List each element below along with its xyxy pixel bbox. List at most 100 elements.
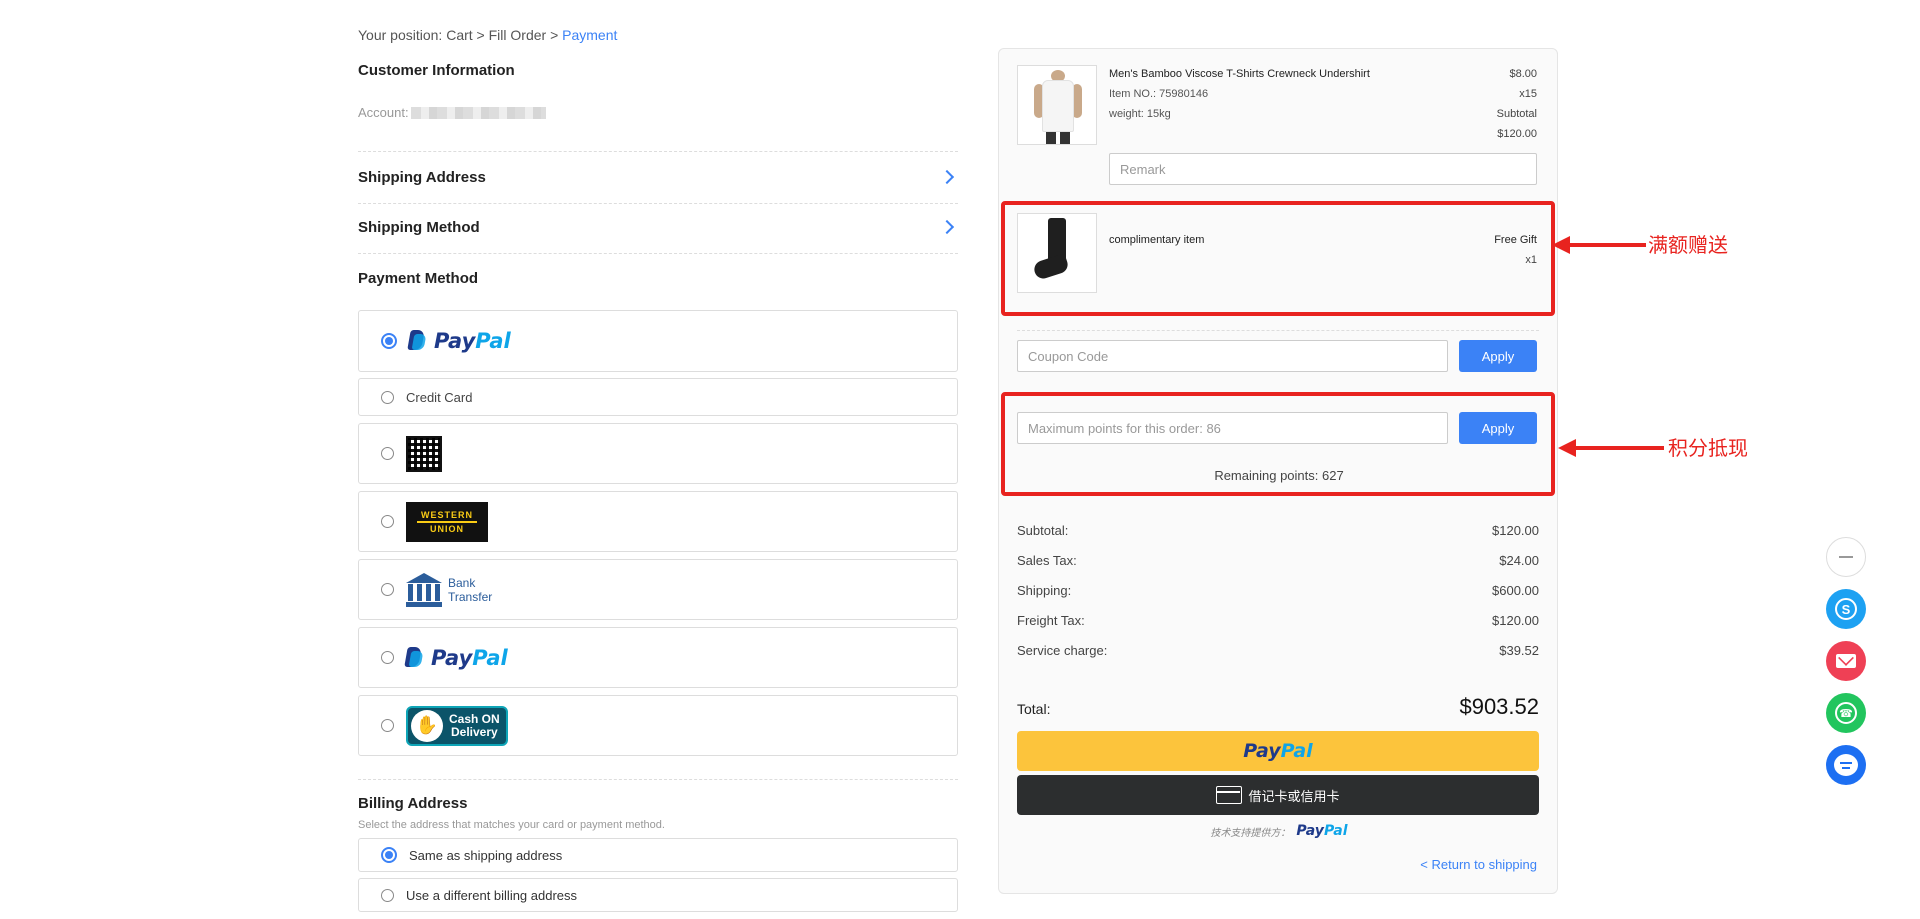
bank-transfer-text: Bank Transfer [448,576,492,604]
radio[interactable] [381,651,394,664]
radio[interactable] [381,888,394,902]
annotation-points: 积分抵现 [1668,436,1748,460]
paypal-small-logo: PayPal [1296,823,1347,839]
bank-line-1: Bank [448,575,476,590]
cod-text: Cash ON Delivery [449,711,500,739]
card-button-label: 借记卡或信用卡 [1248,788,1340,804]
western-union-line-2: UNION [430,523,464,534]
payment-option-western-union[interactable]: WESTERN UNION [358,491,958,552]
chat-button[interactable] [1826,745,1866,785]
billing-option-label: Use a different billing address [406,887,578,903]
divider [358,253,958,254]
skype-icon: S [1835,598,1857,620]
breadcrumb: Your position: Cart > Fill Order > Payme… [358,27,617,43]
payment-option-cash-on-delivery[interactable]: ✋ Cash ON Delivery [358,695,958,756]
payment-option-bank-transfer[interactable]: Bank Transfer [358,559,958,620]
chat-icon [1834,754,1858,776]
shipping-method-row[interactable]: Shipping Method [358,217,958,237]
summary-row-freight-tax: Freight Tax: $120.00 [1017,613,1539,628]
apply-points-button[interactable]: Apply [1459,412,1537,444]
logo-bar [417,520,477,523]
whatsapp-icon: ☎ [1835,702,1857,724]
radio-selected[interactable] [381,333,397,349]
sock-icon [1032,218,1072,288]
apply-coupon-button[interactable]: Apply [1459,340,1537,372]
shipping-method-label: Shipping Method [358,218,480,236]
summary-row-shipping: Shipping: $600.00 [1017,583,1539,598]
product-name[interactable]: Men's Bamboo Viscose T-Shirts Crewneck U… [1109,68,1370,80]
gift-name: complimentary item [1109,234,1205,246]
credit-card-icon [1216,786,1243,804]
radio[interactable] [381,390,394,404]
cod-line-2: Delivery [450,724,498,739]
divider [1017,330,1539,331]
shipping-address-label: Shipping Address [358,168,486,186]
mail-icon [1836,654,1856,668]
whatsapp-button[interactable]: ☎ [1826,693,1866,733]
minimize-icon [1839,556,1853,558]
summary-label: Sales Tax: [1017,553,1077,568]
radio[interactable] [381,515,394,528]
summary-value: $600.00 [1492,583,1539,598]
hand-cash-icon: ✋ [411,709,443,742]
remark-input[interactable] [1109,153,1537,185]
email-button[interactable] [1826,641,1866,681]
summary-row-service-charge: Service charge: $39.52 [1017,643,1539,658]
chevron-right-icon [939,169,955,185]
gift-qty: x1 [1525,254,1537,266]
customer-info-title: Customer Information [358,62,515,79]
coupon-input[interactable] [1017,340,1448,372]
product-subtotal: $120.00 [1497,128,1537,140]
powered-by: 技术支持提供方： PayPal [999,823,1559,839]
return-to-shipping-link[interactable]: < Return to shipping [1420,857,1537,872]
paypal-icon [409,330,427,352]
radio-selected[interactable] [381,847,397,863]
points-input[interactable] [1017,412,1448,444]
breadcrumb-current[interactable]: Payment [562,27,617,43]
account-label: Account: [358,105,409,120]
shipping-address-row[interactable]: Shipping Address [358,167,958,187]
tshirt-icon [1034,70,1082,144]
product-weight: weight: 15kg [1109,108,1171,120]
gift-image [1017,213,1097,293]
payment-option-qr-code[interactable] [358,423,958,484]
paypal-logo-pay: Pay [434,329,476,353]
summary-row-sales-tax: Sales Tax: $24.00 [1017,553,1539,568]
paypal-logo: Pay Pal [406,646,508,670]
billing-option-same[interactable]: Same as shipping address [358,838,958,872]
cod-line-1: Cash ON [449,711,500,726]
payment-option-paypal-2[interactable]: Pay Pal [358,627,958,688]
radio[interactable] [381,719,394,732]
annotation-gift: 满额赠送 [1648,233,1728,257]
bank-transfer-logo: Bank Transfer [406,572,492,607]
total-label: Total: [1017,701,1051,717]
product-image[interactable] [1017,65,1097,145]
product-subtotal-label: Subtotal [1496,108,1537,120]
billing-option-different[interactable]: Use a different billing address [358,878,958,912]
payment-option-credit-card[interactable]: Credit Card [358,378,958,416]
divider [358,203,958,204]
paypal-checkout-button[interactable]: Pay Pal [1017,731,1539,771]
summary-value: $24.00 [1499,553,1539,568]
summary-label: Shipping: [1017,583,1072,598]
paypal-logo-pal: Pal [475,329,511,353]
bank-icon [406,572,442,607]
paypal-small-pal: Pal [1323,823,1348,839]
paypal-logo-pal: Pal [472,645,508,670]
summary-label: Subtotal: [1017,523,1069,538]
remaining-points: Remaining points: 627 [1214,468,1344,483]
skype-button[interactable]: S [1826,589,1866,629]
billing-option-label: Same as shipping address [409,847,563,863]
total-row: Total: $903.52 [1017,694,1539,720]
summary-value: $120.00 [1492,613,1539,628]
product-price: $8.00 [1509,68,1537,80]
debit-credit-card-button[interactable]: 借记卡或信用卡 [1017,775,1539,815]
radio[interactable] [381,583,394,596]
summary-row-subtotal: Subtotal: $120.00 [1017,523,1539,538]
paypal-button-pal: Pal [1280,740,1313,762]
payment-option-paypal[interactable]: Pay Pal [358,310,958,372]
minimize-button[interactable] [1826,537,1866,577]
western-union-logo: WESTERN UNION [406,501,488,542]
radio[interactable] [381,447,394,460]
summary-label: Freight Tax: [1017,613,1085,628]
